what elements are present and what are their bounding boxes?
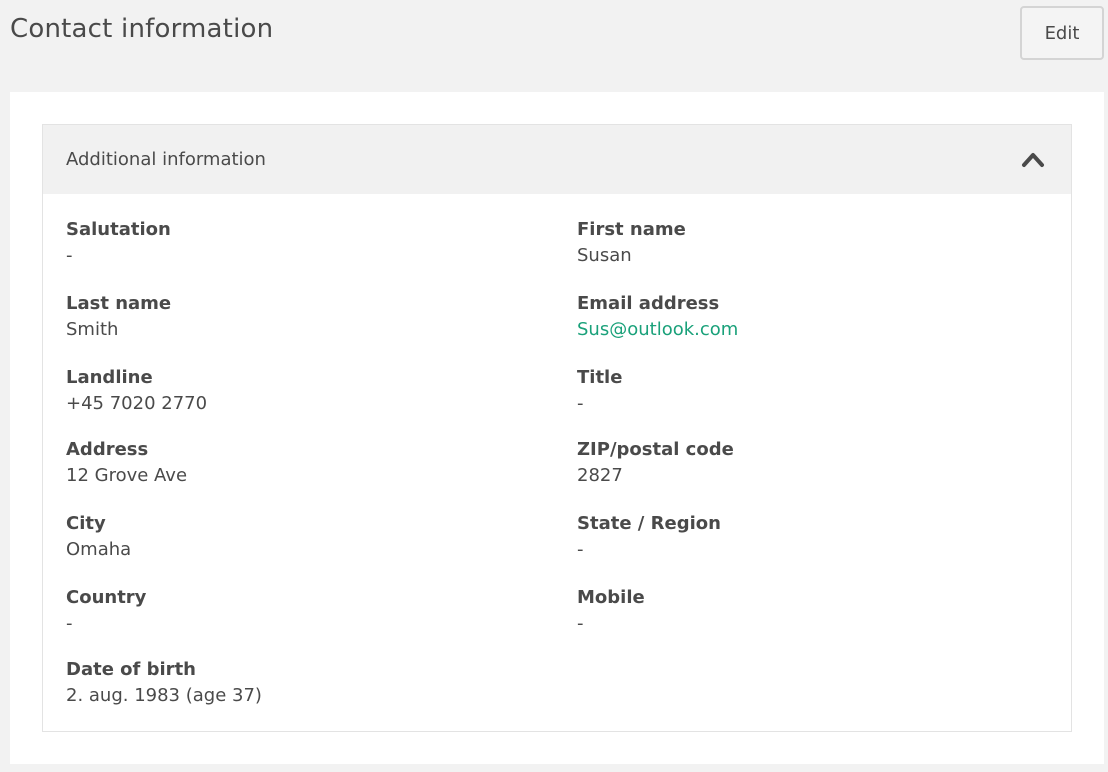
field-city: City Omaha — [66, 512, 526, 562]
field-label: Title — [577, 367, 623, 388]
field-value: 2. aug. 1983 (age 37) — [66, 685, 262, 706]
field-value: - — [577, 613, 584, 634]
field-value: - — [66, 613, 73, 634]
field-state-region: State / Region - — [577, 512, 1037, 562]
field-value: - — [577, 539, 584, 560]
section-title: Additional information — [66, 149, 266, 170]
additional-information-header[interactable]: Additional information — [43, 125, 1071, 194]
field-label: Salutation — [66, 219, 171, 240]
field-label: Email address — [577, 293, 720, 314]
field-label: Last name — [66, 293, 172, 314]
contact-information-page: Contact information Edit Additional info… — [0, 0, 1108, 772]
field-value: - — [66, 245, 73, 266]
field-country: Country - — [66, 586, 526, 636]
field-salutation: Salutation - — [66, 218, 526, 268]
field-last-name: Last name Smith — [66, 292, 526, 342]
chevron-up-icon[interactable] — [1021, 149, 1045, 169]
field-label: Date of birth — [66, 659, 196, 680]
field-value: 2827 — [577, 465, 623, 486]
field-date-of-birth: Date of birth 2. aug. 1983 (age 37) — [66, 658, 526, 708]
field-zip-postal-code: ZIP/postal code 2827 — [577, 438, 1037, 488]
field-label: Address — [66, 439, 149, 460]
field-mobile: Mobile - — [577, 586, 1037, 636]
field-address: Address 12 Grove Ave — [66, 438, 526, 488]
email-link[interactable]: Sus@outlook.com — [577, 318, 1037, 342]
field-title: Title - — [577, 366, 1037, 416]
page-title: Contact information — [10, 14, 274, 44]
additional-information-section: Additional information Salutation - Firs… — [42, 124, 1072, 732]
field-value: +45 7020 2770 — [66, 393, 208, 414]
field-first-name: First name Susan — [577, 218, 1037, 268]
field-value: Smith — [66, 319, 119, 340]
edit-button[interactable]: Edit — [1020, 6, 1104, 60]
field-value: Susan — [577, 245, 632, 266]
field-label: Mobile — [577, 587, 645, 608]
field-label: First name — [577, 219, 686, 240]
field-email-address: Email address Sus@outlook.com — [577, 292, 1037, 342]
field-label: City — [66, 513, 106, 534]
field-value: Omaha — [66, 539, 132, 560]
field-landline: Landline +45 7020 2770 — [66, 366, 526, 416]
field-value: 12 Grove Ave — [66, 465, 188, 486]
contact-card: Additional information Salutation - Firs… — [10, 92, 1104, 764]
field-label: ZIP/postal code — [577, 439, 734, 460]
field-label: State / Region — [577, 513, 721, 534]
field-value: - — [577, 393, 584, 414]
field-label: Country — [66, 587, 147, 608]
field-label: Landline — [66, 367, 153, 388]
